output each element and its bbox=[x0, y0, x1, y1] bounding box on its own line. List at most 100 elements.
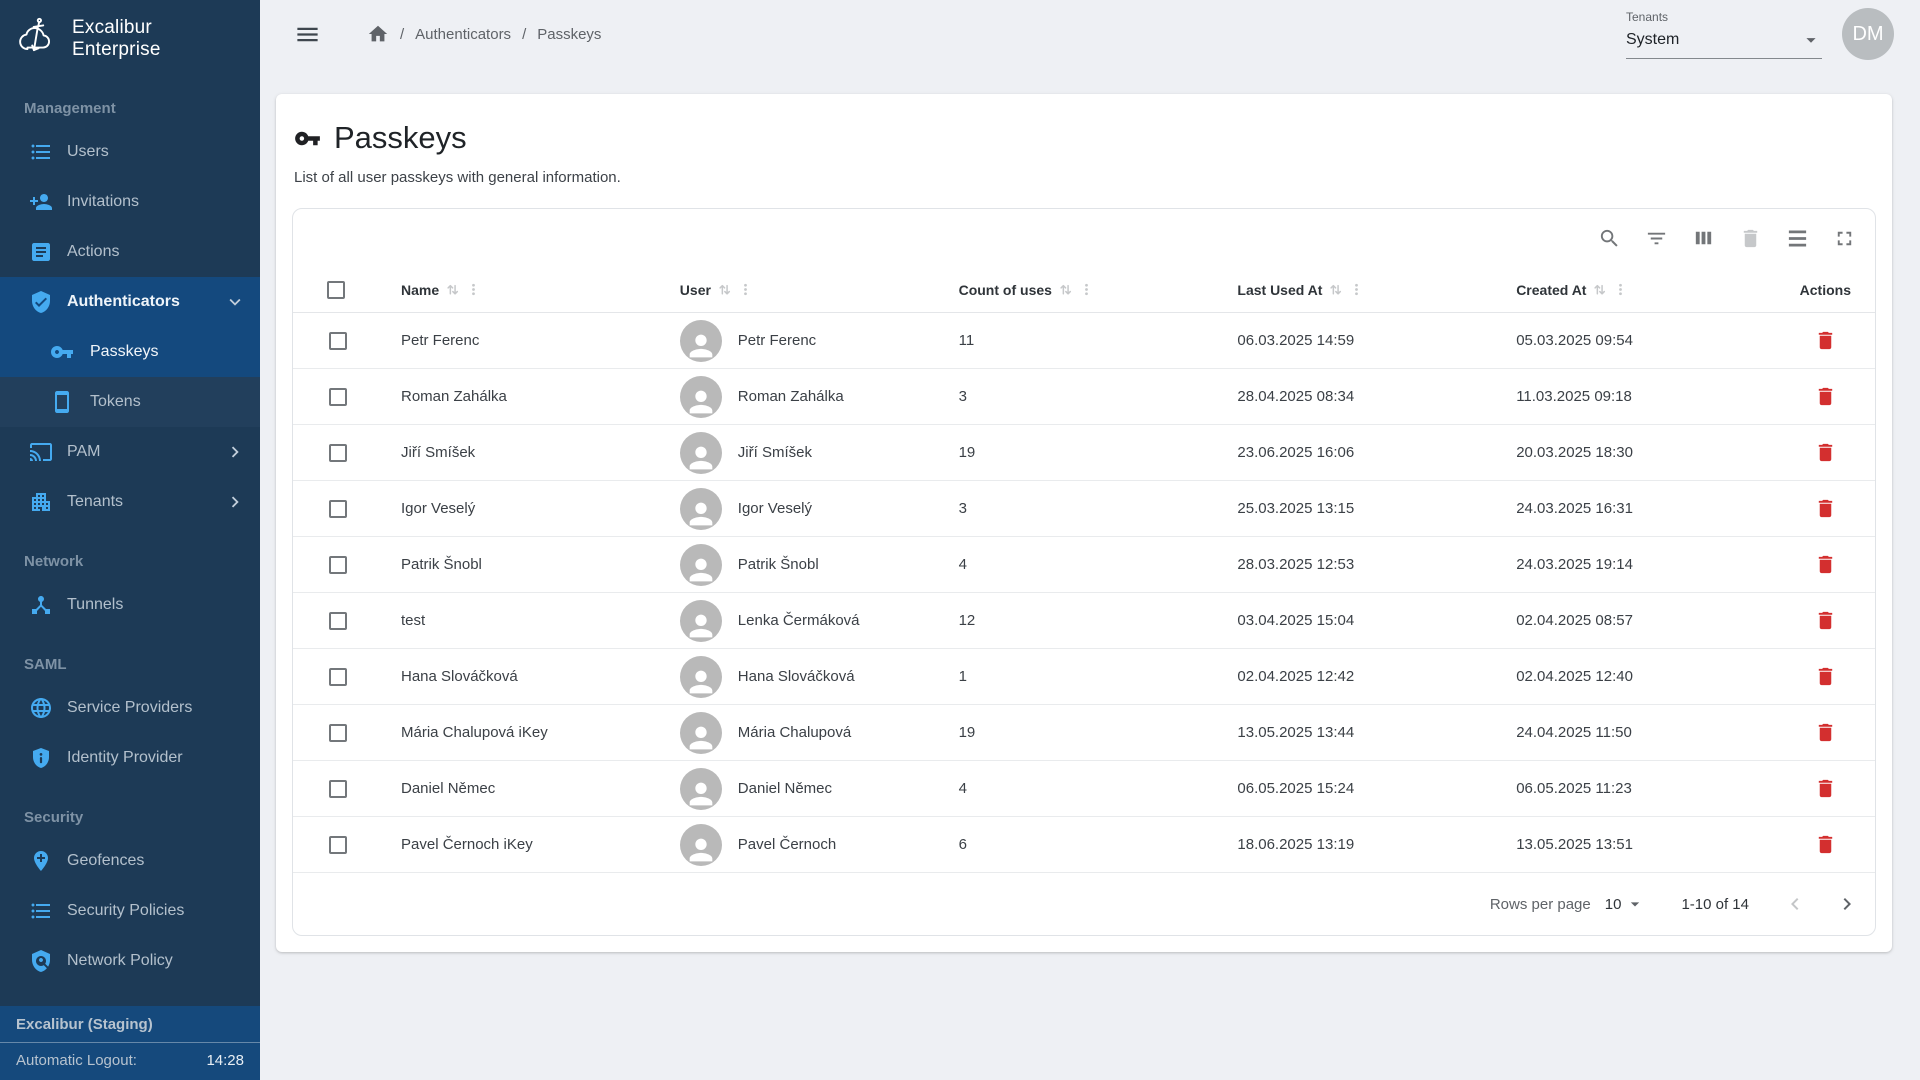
delete-row-button[interactable] bbox=[1814, 329, 1837, 352]
delete-icon bbox=[1814, 777, 1837, 800]
sidebar-item-security-policies[interactable]: Security Policies bbox=[0, 886, 260, 936]
delete-icon bbox=[1814, 833, 1837, 856]
sort-icon[interactable] bbox=[1328, 282, 1343, 297]
next-page-button[interactable] bbox=[1807, 892, 1859, 916]
user-avatar bbox=[680, 432, 722, 474]
table-row[interactable]: test Lenka Čermáková 12 03.04.2025 15:04… bbox=[293, 593, 1875, 649]
sidebar-item-identity-provider[interactable]: Identity Provider bbox=[0, 733, 260, 783]
table-row[interactable]: Daniel Němec Daniel Němec 4 06.05.2025 1… bbox=[293, 761, 1875, 817]
sidebar-item-network-policy[interactable]: Network Policy bbox=[0, 936, 260, 986]
tenant-select[interactable]: Tenants System bbox=[1626, 10, 1822, 59]
table-row[interactable]: Jiří Smíšek Jiří Smíšek 19 23.06.2025 16… bbox=[293, 425, 1875, 481]
person-icon bbox=[684, 441, 718, 474]
row-checkbox[interactable] bbox=[329, 780, 347, 798]
row-checkbox[interactable] bbox=[329, 836, 347, 854]
column-menu-icon[interactable] bbox=[1613, 282, 1628, 297]
sidebar-item-invitations[interactable]: Invitations bbox=[0, 177, 260, 227]
cell-name: Hana Slováčková bbox=[365, 668, 644, 685]
cell-name: Petr Ferenc bbox=[365, 332, 644, 349]
sidebar-item-pam[interactable]: PAM bbox=[0, 427, 260, 477]
add-location-icon bbox=[29, 849, 53, 873]
delete-row-button[interactable] bbox=[1814, 833, 1837, 856]
cell-created: 13.05.2025 13:51 bbox=[1480, 836, 1759, 853]
row-checkbox[interactable] bbox=[329, 724, 347, 742]
sort-icon[interactable] bbox=[1058, 282, 1073, 297]
person-add-icon bbox=[29, 190, 53, 214]
cell-count: 3 bbox=[923, 388, 1202, 405]
person-icon bbox=[684, 777, 718, 810]
list-icon bbox=[29, 140, 53, 164]
sidebar-item-label: PAM bbox=[67, 443, 100, 461]
select-all-checkbox[interactable] bbox=[327, 281, 345, 299]
sidebar-item-service-providers[interactable]: Service Providers bbox=[0, 683, 260, 733]
table-row[interactable]: Hana Slováčková Hana Slováčková 1 02.04.… bbox=[293, 649, 1875, 705]
tenant-select-label: Tenants bbox=[1626, 10, 1822, 24]
row-checkbox[interactable] bbox=[329, 500, 347, 518]
delete-row-button[interactable] bbox=[1814, 777, 1837, 800]
menu-toggle-button[interactable] bbox=[294, 21, 321, 48]
delete-icon bbox=[1814, 441, 1837, 464]
sidebar-item-tenants[interactable]: Tenants bbox=[0, 477, 260, 527]
sidebar-item-passkeys[interactable]: Passkeys bbox=[0, 327, 260, 377]
prev-page-button[interactable] bbox=[1783, 892, 1807, 916]
chevron-right-icon bbox=[1835, 892, 1859, 916]
row-checkbox[interactable] bbox=[329, 668, 347, 686]
cell-last-used: 13.05.2025 13:44 bbox=[1201, 724, 1480, 741]
search-button[interactable] bbox=[1590, 219, 1628, 257]
delete-row-button[interactable] bbox=[1814, 497, 1837, 520]
delete-row-button[interactable] bbox=[1814, 609, 1837, 632]
sidebar-item-users[interactable]: Users bbox=[0, 127, 260, 177]
delete-row-button[interactable] bbox=[1814, 553, 1837, 576]
tenant-select-value: System bbox=[1626, 31, 1679, 49]
row-checkbox[interactable] bbox=[329, 556, 347, 574]
column-menu-icon[interactable] bbox=[1079, 282, 1094, 297]
sidebar-item-authenticators[interactable]: Authenticators bbox=[0, 277, 260, 327]
breadcrumb-authenticators[interactable]: Authenticators bbox=[415, 26, 511, 43]
column-menu-icon[interactable] bbox=[738, 282, 753, 297]
cell-name: test bbox=[365, 612, 644, 629]
table-row[interactable]: Pavel Černoch iKey Pavel Černoch 6 18.06… bbox=[293, 817, 1875, 873]
fullscreen-icon bbox=[1833, 227, 1856, 250]
shield-check-icon bbox=[29, 290, 53, 314]
row-checkbox[interactable] bbox=[329, 612, 347, 630]
delete-row-button[interactable] bbox=[1814, 441, 1837, 464]
cell-count: 1 bbox=[923, 668, 1202, 685]
user-avatar-menu[interactable]: DM bbox=[1842, 8, 1894, 60]
sort-icon[interactable] bbox=[445, 282, 460, 297]
sidebar-item-geofences[interactable]: Geofences bbox=[0, 836, 260, 886]
rows-per-page-select[interactable]: 10 bbox=[1605, 894, 1646, 914]
home-icon[interactable] bbox=[367, 23, 389, 45]
row-checkbox[interactable] bbox=[329, 444, 347, 462]
density-button[interactable] bbox=[1778, 219, 1816, 257]
delete-row-button[interactable] bbox=[1814, 721, 1837, 744]
person-icon bbox=[684, 609, 718, 642]
section-label-security: Security bbox=[0, 783, 260, 836]
table-row[interactable]: Roman Zahálka Roman Zahálka 3 28.04.2025… bbox=[293, 369, 1875, 425]
avatar-initials: DM bbox=[1852, 23, 1883, 46]
table-row[interactable]: Patrik Šnobl Patrik Šnobl 4 28.03.2025 1… bbox=[293, 537, 1875, 593]
fullscreen-button[interactable] bbox=[1825, 219, 1863, 257]
table-row[interactable]: Mária Chalupová iKey Mária Chalupová 19 … bbox=[293, 705, 1875, 761]
cast-icon bbox=[29, 440, 53, 464]
search-icon bbox=[1598, 227, 1621, 250]
table-row[interactable]: Petr Ferenc Petr Ferenc 11 06.03.2025 14… bbox=[293, 313, 1875, 369]
filter-button[interactable] bbox=[1637, 219, 1675, 257]
table-row[interactable]: Igor Veselý Igor Veselý 3 25.03.2025 13:… bbox=[293, 481, 1875, 537]
delete-row-button[interactable] bbox=[1814, 385, 1837, 408]
cell-created: 02.04.2025 08:57 bbox=[1480, 612, 1759, 629]
delete-row-button[interactable] bbox=[1814, 665, 1837, 688]
column-menu-icon[interactable] bbox=[466, 282, 481, 297]
sort-icon[interactable] bbox=[1592, 282, 1607, 297]
row-checkbox[interactable] bbox=[329, 332, 347, 350]
sidebar-item-tunnels[interactable]: Tunnels bbox=[0, 580, 260, 630]
sidebar-item-label: Service Providers bbox=[67, 699, 192, 717]
key-icon bbox=[50, 340, 74, 364]
row-checkbox[interactable] bbox=[329, 388, 347, 406]
sort-icon[interactable] bbox=[717, 282, 732, 297]
columns-button[interactable] bbox=[1684, 219, 1722, 257]
sidebar-item-tokens[interactable]: Tokens bbox=[0, 377, 260, 427]
sidebar-item-actions[interactable]: Actions bbox=[0, 227, 260, 277]
column-menu-icon[interactable] bbox=[1349, 282, 1364, 297]
delete-selected-button[interactable] bbox=[1731, 219, 1769, 257]
person-icon bbox=[684, 833, 718, 866]
